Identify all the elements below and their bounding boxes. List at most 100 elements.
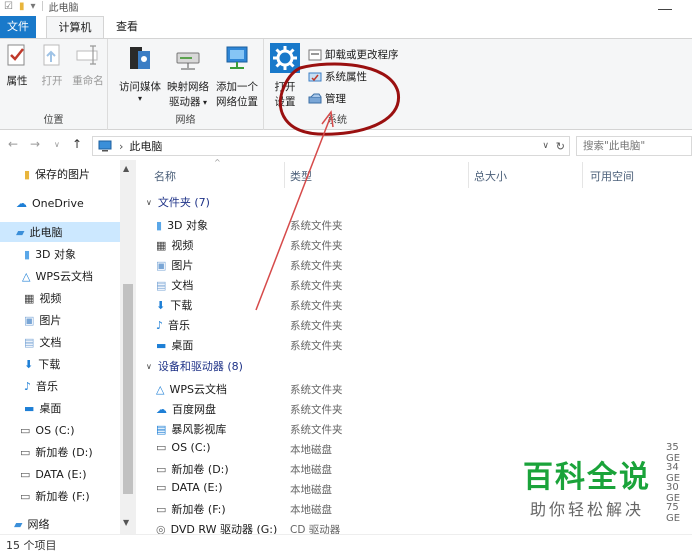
group-header-folders[interactable]: ∨ 文件夹 (7)	[146, 194, 210, 210]
window-title: 此电脑	[48, 2, 79, 14]
group-label-network: 网络	[175, 115, 196, 126]
nav-item-drive-f[interactable]: ▭ 新加卷 (F:)	[0, 486, 120, 506]
column-name[interactable]: 名称	[154, 168, 176, 184]
column-size[interactable]: 总大小	[474, 168, 507, 184]
drive-icon: ▭	[20, 467, 31, 481]
cloud-icon: ☁	[16, 196, 27, 210]
table-row[interactable]: ▦ 视频 系统文件夹	[156, 234, 692, 254]
nav-item-drive-d[interactable]: ▭ 新加卷 (D:)	[0, 442, 120, 462]
nav-item-pictures[interactable]: ▣ 图片	[0, 310, 120, 330]
nav-item-videos[interactable]: ▦ 视频	[0, 288, 120, 308]
nav-item-drive-e[interactable]: ▭ DATA (E:)	[0, 464, 120, 484]
watermark: 百科全说 助你轻松解决	[523, 460, 651, 519]
up-arrow-icon[interactable]: ↑	[72, 137, 82, 151]
scrollbar-thumb[interactable]	[123, 284, 133, 494]
address-bar[interactable]: › 此电脑 ∨ ↻	[92, 136, 570, 156]
table-row[interactable]: ⬇ 下载 系统文件夹	[156, 294, 692, 314]
table-row[interactable]: ☁ 百度网盘 系统文件夹	[156, 398, 692, 418]
properties-button[interactable]: 属性	[3, 43, 31, 89]
3d-objects-icon: ▮	[24, 247, 31, 261]
minimize-button[interactable]	[658, 0, 672, 10]
checkbox-icon[interactable]: ☑	[4, 1, 13, 12]
column-divider[interactable]	[284, 162, 285, 188]
computer-icon: ▰	[16, 225, 25, 239]
back-arrow-icon[interactable]: ←	[8, 137, 18, 151]
navigation-pane: ▮ 保存的图片 ☁ OneDrive ▰ 此电脑 ▮ 3D 对象 △ WPS云文…	[0, 160, 136, 534]
uninstall-programs-button[interactable]: 卸载或更改程序	[308, 47, 399, 62]
table-row[interactable]: ▤ 文档 系统文件夹	[156, 274, 692, 294]
table-row[interactable]: ▮ 3D 对象 系统文件夹	[156, 214, 692, 234]
check-properties-icon	[7, 44, 25, 66]
chevron-down-icon: ∨	[146, 361, 152, 371]
chevron-down-icon[interactable]: ∨	[542, 141, 549, 151]
video-icon: ▦	[156, 238, 167, 252]
network-drive-icon	[176, 52, 200, 70]
recent-locations-icon[interactable]: ∨	[54, 140, 60, 149]
nav-item-saved-pictures[interactable]: ▮ 保存的图片	[0, 164, 120, 184]
computer-icon	[98, 140, 112, 152]
table-row[interactable]: ▭ OS (C:) 本地磁盘 35 GE	[156, 438, 692, 464]
cloud-icon: △	[156, 382, 165, 396]
scroll-down-icon[interactable]: ▼	[123, 518, 129, 527]
refresh-icon[interactable]: ↻	[556, 140, 565, 153]
open-button[interactable]: 打开	[38, 43, 66, 89]
map-network-drive-button[interactable]: 映射网络 驱动器 ▾	[164, 43, 212, 110]
network-icon: ▰	[14, 517, 23, 531]
column-free-space[interactable]: 可用空间	[590, 168, 634, 184]
folder-icon[interactable]: ▮	[19, 1, 25, 12]
forward-arrow-icon[interactable]: →	[30, 137, 40, 151]
dropdown-arrow-icon: ▾	[137, 94, 142, 103]
nav-item-desktop[interactable]: ▬ 桌面	[0, 398, 120, 418]
music-icon: ♪	[24, 379, 32, 393]
tab-file[interactable]: 文件	[0, 16, 36, 38]
ribbon-group-network: 访问媒体 ▾ 映射网络 驱动器 ▾ 添加一个 网络位置 网络	[108, 39, 264, 130]
table-row[interactable]: ▣ 图片 系统文件夹	[156, 254, 692, 274]
nav-item-downloads[interactable]: ⬇ 下载	[0, 354, 120, 374]
manage-button[interactable]: 管理	[308, 91, 346, 106]
nav-item-music[interactable]: ♪ 音乐	[0, 376, 120, 396]
system-properties-icon	[308, 72, 322, 81]
column-divider[interactable]	[468, 162, 469, 188]
drive-icon: ▭	[156, 462, 167, 476]
chevron-down-icon[interactable]: ▾	[30, 1, 35, 12]
tab-view[interactable]: 查看	[110, 16, 144, 38]
nav-item-3d-objects[interactable]: ▮ 3D 对象	[0, 244, 120, 264]
breadcrumb[interactable]: 此电脑	[129, 138, 162, 154]
table-row[interactable]: ▤ 暴风影视库 系统文件夹	[156, 418, 692, 438]
ribbon-group-location: 属性 打开 重命名 位置	[0, 39, 108, 130]
dropdown-arrow-icon: ▾	[200, 98, 208, 107]
nav-item-network[interactable]: ▰ 网络	[0, 514, 120, 534]
nav-scrollbar[interactable]: ▲ ▼	[120, 160, 136, 534]
access-media-button[interactable]: 访问媒体 ▾	[116, 43, 164, 103]
group-header-devices[interactable]: ∨ 设备和驱动器 (8)	[146, 358, 243, 374]
table-row[interactable]: ♪ 音乐 系统文件夹	[156, 314, 692, 334]
status-bar: 15 个项目	[0, 534, 692, 553]
sort-ascending-icon: ^	[214, 158, 221, 167]
group-label-system: 系统	[327, 115, 347, 126]
ribbon: 属性 打开 重命名 位置 访问媒体 ▾ 映射网络 驱动器 ▾ 添加一个 网络位置…	[0, 38, 692, 130]
nav-item-onedrive[interactable]: ☁ OneDrive	[0, 193, 120, 213]
drive-icon: ▭	[156, 481, 167, 494]
nav-item-this-pc[interactable]: ▰ 此电脑	[0, 222, 120, 242]
drive-icon: ▭	[156, 441, 167, 454]
title-bar: ☑ ▮ ▾ 此电脑	[0, 0, 692, 14]
desktop-icon: ▬	[156, 338, 167, 352]
rename-button[interactable]: 重命名	[70, 43, 106, 89]
tab-computer[interactable]: 计算机	[46, 16, 104, 38]
column-divider[interactable]	[582, 162, 583, 188]
nav-item-wps-cloud[interactable]: △ WPS云文档	[0, 266, 120, 286]
search-input[interactable]: 搜索"此电脑"	[576, 136, 692, 156]
scroll-up-icon[interactable]: ▲	[123, 164, 129, 173]
drive-icon: ▭	[20, 445, 31, 459]
open-settings-button[interactable]: 打开 设置	[268, 43, 302, 110]
group-label-location: 位置	[43, 115, 64, 126]
cloud-icon: △	[22, 269, 31, 283]
nav-item-documents[interactable]: ▤ 文档	[0, 332, 120, 352]
system-properties-button[interactable]: 系统属性	[308, 69, 367, 84]
nav-item-drive-c[interactable]: ▭ OS (C:)	[0, 420, 120, 440]
column-type[interactable]: 类型	[290, 168, 312, 184]
table-row[interactable]: ▬ 桌面 系统文件夹	[156, 334, 692, 354]
add-network-location-button[interactable]: 添加一个 网络位置	[212, 43, 262, 110]
table-row[interactable]: △ WPS云文档 系统文件夹	[156, 378, 692, 398]
column-headers: ^ 名称 类型 总大小 可用空间	[138, 158, 692, 188]
